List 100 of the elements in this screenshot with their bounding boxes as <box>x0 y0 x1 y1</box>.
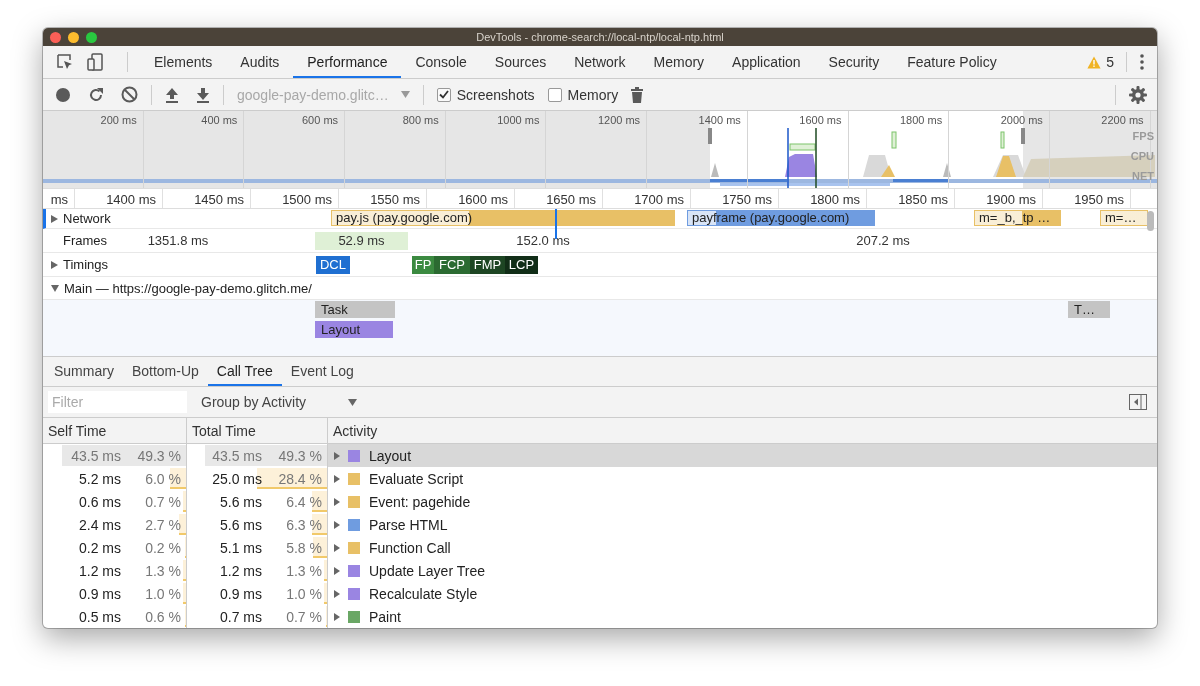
clear-icon[interactable] <box>121 86 138 103</box>
timing-marker[interactable]: FP <box>412 256 434 274</box>
flame-event-bar[interactable]: Layout <box>315 321 393 338</box>
network-request-bar[interactable]: payframe (pay.google.com) <box>687 210 875 226</box>
column-header[interactable]: Self Time <box>43 418 187 443</box>
expand-arrow-icon[interactable] <box>51 214 58 223</box>
total-time-value: 0.9 ms <box>220 585 262 602</box>
fps-bar <box>1000 131 1005 149</box>
panel-tab[interactable]: Network <box>560 46 640 78</box>
self-time-value: 1.2 ms <box>79 562 121 579</box>
table-row[interactable]: 1.2 ms 1.3 % 1.2 ms 1.3 % Update Layer Tree <box>43 559 1157 582</box>
track-label[interactable]: Network <box>63 211 111 226</box>
checkbox[interactable] <box>436 87 451 102</box>
more-menu-icon[interactable] <box>1139 53 1145 71</box>
panel-tab[interactable]: Audits <box>226 46 294 78</box>
upload-icon[interactable] <box>165 86 179 103</box>
ruler-tick-label: ms <box>43 189 75 208</box>
group-by-select[interactable]: Group by Activity <box>195 393 364 411</box>
expand-arrow-icon[interactable] <box>334 520 340 529</box>
total-percent-value: 0.7 % <box>285 608 322 625</box>
overview-tick-label: 1000 ms <box>445 111 547 188</box>
total-percent-value: 1.0 % <box>285 585 322 602</box>
panel-tab[interactable]: Sources <box>480 46 561 78</box>
minimize-button[interactable] <box>68 31 79 43</box>
timing-marker[interactable]: DCL <box>316 256 350 274</box>
track-label: Frames <box>62 233 108 248</box>
track-label[interactable]: Timings <box>63 257 109 272</box>
self-percent-value: 49.3 % <box>136 447 181 464</box>
total-percent-value: 6.4 % <box>285 493 322 510</box>
table-row[interactable]: 0.2 ms 0.2 % 5.1 ms 5.8 % Function Call <box>43 536 1157 559</box>
expand-arrow-icon[interactable] <box>334 474 340 483</box>
fps-bar <box>789 143 816 151</box>
table-row[interactable]: 43.5 ms 49.3 % 43.5 ms 49.3 % Layout <box>43 444 1157 467</box>
reload-icon[interactable] <box>88 86 104 103</box>
range-handle[interactable] <box>708 128 712 144</box>
timing-marker[interactable]: FCP <box>434 256 470 274</box>
range-handle[interactable] <box>1021 128 1025 144</box>
trash-icon[interactable] <box>631 86 644 103</box>
expand-arrow-icon[interactable] <box>51 284 59 292</box>
self-percent-value: 0.6 % <box>144 608 181 625</box>
activity-name: Parse HTML <box>369 516 448 533</box>
self-time-value: 0.6 ms <box>79 493 121 510</box>
details-tab[interactable]: Summary <box>45 357 123 386</box>
column-header[interactable]: Total Time <box>187 418 328 443</box>
network-request-bar[interactable]: m=_b,_tp … <box>974 210 1061 226</box>
details-tab[interactable]: Bottom-Up <box>122 357 208 386</box>
track-label[interactable]: Main — https://google-pay-demo.glitch.me/ <box>64 280 312 296</box>
sidebar-toggle-icon[interactable] <box>1129 394 1147 410</box>
record-icon[interactable] <box>55 86 71 103</box>
expand-arrow-icon[interactable] <box>334 497 340 506</box>
checkbox[interactable] <box>547 87 562 102</box>
frame-duration[interactable]: 52.9 ms <box>315 232 408 250</box>
network-request-bar[interactable]: m=… <box>1100 210 1148 226</box>
checkbox-label: Screenshots <box>456 86 535 103</box>
close-button[interactable] <box>50 31 61 43</box>
panel-tab[interactable]: Console <box>401 46 481 78</box>
scrollbar-thumb[interactable] <box>1147 211 1154 231</box>
panel-tab[interactable]: Security <box>814 46 894 78</box>
flame-event-bar[interactable]: Task <box>315 301 395 318</box>
panel-tab[interactable]: Elements <box>140 46 227 78</box>
network-request-bar[interactable]: pay.js (pay.google.com) <box>331 210 675 226</box>
filter-field[interactable]: Filter <box>48 391 187 413</box>
download-icon[interactable] <box>196 86 210 103</box>
settings-icon[interactable] <box>1129 85 1147 104</box>
ruler-tick-label: 1500 ms <box>251 189 339 208</box>
table-row[interactable]: 2.4 ms 2.7 % 5.6 ms 6.3 % Parse HTML <box>43 513 1157 536</box>
timing-marker[interactable]: FMP <box>470 256 505 274</box>
window-title: DevTools - chrome-search://local-ntp/local-ntp.html <box>475 31 725 43</box>
expand-arrow-icon[interactable] <box>334 612 340 621</box>
total-time-value: 0.7 ms <box>220 608 262 625</box>
activity-name: Paint <box>369 608 401 625</box>
ruler-tick-label: 1750 ms <box>691 189 779 208</box>
ruler-tick-label: 1400 ms <box>75 189 163 208</box>
table-row[interactable]: 0.6 ms 0.7 % 5.6 ms 6.4 % Event: pagehide <box>43 490 1157 513</box>
expand-arrow-icon[interactable] <box>334 543 340 552</box>
frame-duration[interactable]: 152.0 ms <box>413 232 673 250</box>
panel-tab[interactable]: Feature Policy <box>893 46 1011 78</box>
details-tab[interactable]: Event Log <box>281 357 363 386</box>
frame-duration[interactable]: 207.2 ms <box>703 232 1063 250</box>
device-toolbar-icon[interactable] <box>85 52 105 72</box>
activity-name: Function Call <box>369 539 451 556</box>
activity-name: Recalculate Style <box>369 585 478 602</box>
warning-count[interactable]: 5 <box>1106 54 1114 70</box>
column-header[interactable]: Activity <box>328 418 1157 443</box>
timing-marker[interactable]: LCP <box>505 256 538 274</box>
cpu-activity-area <box>996 156 1016 177</box>
table-row[interactable]: 5.2 ms 6.0 % 25.0 ms 28.4 % Evaluate Script <box>43 467 1157 490</box>
flame-event-bar[interactable]: T… <box>1068 301 1110 318</box>
expand-arrow-icon[interactable] <box>334 451 340 460</box>
expand-arrow-icon[interactable] <box>51 260 58 269</box>
panel-tab[interactable]: Memory <box>639 46 719 78</box>
panel-tab[interactable]: Application <box>718 46 815 78</box>
self-percent-value: 2.7 % <box>144 516 181 533</box>
zoom-button[interactable] <box>86 31 97 43</box>
expand-arrow-icon[interactable] <box>334 589 340 598</box>
self-time-value: 0.5 ms <box>79 608 121 625</box>
table-row[interactable]: 0.5 ms 0.6 % 0.7 ms 0.7 % Paint <box>43 605 1157 628</box>
table-row[interactable]: 0.9 ms 1.0 % 0.9 ms 1.0 % Recalculate Style <box>43 582 1157 605</box>
expand-arrow-icon[interactable] <box>334 566 340 575</box>
ruler-tick-label: 1950 ms <box>1043 189 1131 208</box>
